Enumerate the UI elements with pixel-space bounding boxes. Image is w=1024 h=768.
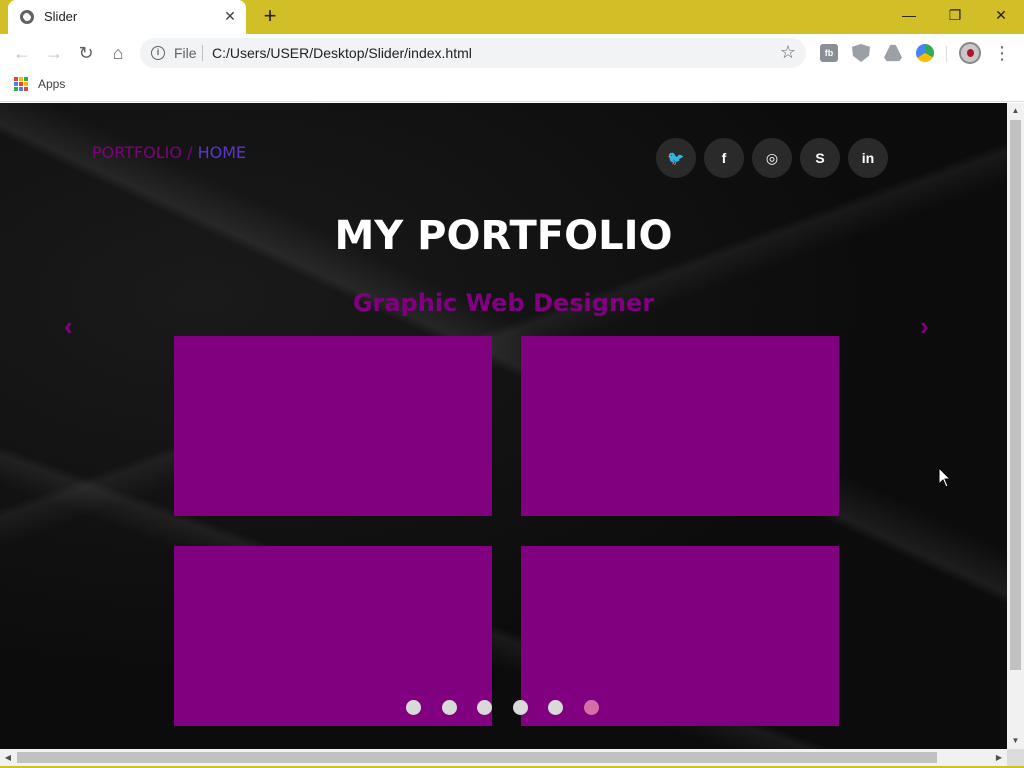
horizontal-scrollbar[interactable]: ◀ ▶ <box>0 749 1007 766</box>
apps-grid-dot <box>14 87 18 91</box>
title-bar: Slider ✕ + — ❐ ✕ <box>0 0 1024 34</box>
instagram-icon[interactable]: ◎ <box>752 138 792 178</box>
page-subtitle: Graphic Web Designer <box>352 289 655 317</box>
tab-title: Slider <box>44 9 78 24</box>
address-bar[interactable]: i File C:/Users/USER/Desktop/Slider/inde… <box>140 38 806 68</box>
browser-menu-button[interactable]: ⋮ <box>992 39 1012 67</box>
apps-grid-icon[interactable] <box>14 77 28 91</box>
apps-grid-dot <box>19 87 23 91</box>
apps-grid-dot <box>14 82 18 86</box>
extension-globe-icon[interactable] <box>916 44 934 62</box>
slider-dot-active[interactable] <box>584 700 599 715</box>
restore-button[interactable]: ❐ <box>932 0 978 30</box>
apps-grid-dot <box>24 77 28 81</box>
forward-button[interactable]: → <box>40 39 68 67</box>
address-url[interactable]: C:/Users/USER/Desktop/Slider/index.html <box>212 45 472 61</box>
tab-close-button[interactable]: ✕ <box>220 6 240 26</box>
home-button[interactable]: ⌂ <box>104 39 132 67</box>
apps-grid-dot <box>19 82 23 86</box>
scroll-left-arrow-icon[interactable]: ◀ <box>0 749 16 766</box>
bookmark-star-icon[interactable]: ☆ <box>780 42 796 63</box>
horizontal-scroll-thumb[interactable] <box>17 752 937 763</box>
breadcrumb-portfolio[interactable]: PORTFOLIO / <box>92 143 192 162</box>
slider-dot[interactable] <box>442 700 457 715</box>
scroll-up-arrow-icon[interactable]: ▲ <box>1007 103 1024 119</box>
address-scheme: File <box>174 45 197 61</box>
portfolio-card[interactable] <box>174 336 492 516</box>
browser-tab[interactable]: Slider ✕ <box>8 0 246 34</box>
apps-grid-dot <box>24 82 28 86</box>
scroll-right-arrow-icon[interactable]: ▶ <box>991 749 1007 766</box>
back-button[interactable]: ← <box>8 39 36 67</box>
apps-grid-dot <box>24 87 28 91</box>
slider-dot[interactable] <box>513 700 528 715</box>
breadcrumb-home[interactable]: HOME <box>198 143 247 162</box>
slider-dot[interactable] <box>548 700 563 715</box>
close-window-button[interactable]: ✕ <box>978 0 1024 30</box>
profile-avatar[interactable] <box>959 42 981 64</box>
page-title: MY PORTFOLIO <box>334 213 673 259</box>
facebook-icon[interactable]: f <box>704 138 744 178</box>
mouse-cursor-icon <box>938 467 952 488</box>
portfolio-card[interactable] <box>521 546 839 726</box>
slider-dot[interactable] <box>477 700 492 715</box>
new-tab-button[interactable]: + <box>258 4 282 28</box>
bookmarks-bar <box>0 72 1024 102</box>
linkedin-icon[interactable]: in <box>848 138 888 178</box>
page-viewport: PORTFOLIO / HOME 🐦 f ◎ S in MY PORTFOLIO… <box>0 103 1007 749</box>
scrollbar-corner <box>1007 749 1024 766</box>
slider-dot[interactable] <box>406 700 421 715</box>
twitter-icon[interactable]: 🐦 <box>656 138 696 178</box>
vertical-scroll-thumb[interactable] <box>1010 120 1021 670</box>
info-icon[interactable]: i <box>151 46 165 60</box>
minimize-button[interactable]: — <box>886 0 932 30</box>
reload-button[interactable]: ↻ <box>72 39 100 67</box>
breadcrumb: PORTFOLIO / HOME <box>92 143 246 162</box>
apps-grid-dot <box>14 77 18 81</box>
vertical-scrollbar[interactable]: ▲ ▼ <box>1007 103 1024 749</box>
extension-shield-icon[interactable] <box>852 44 870 62</box>
slider-next-arrow[interactable]: › <box>920 311 929 342</box>
apps-grid-dot <box>19 77 23 81</box>
toolbar-divider <box>946 46 947 62</box>
skype-icon[interactable]: S <box>800 138 840 178</box>
scroll-down-arrow-icon[interactable]: ▼ <box>1007 733 1024 749</box>
portfolio-card[interactable] <box>174 546 492 726</box>
slider-prev-arrow[interactable]: ‹ <box>64 311 73 342</box>
google-drive-icon[interactable] <box>884 44 902 62</box>
portfolio-card[interactable] <box>521 336 839 516</box>
apps-bookmark[interactable]: Apps <box>38 77 65 91</box>
address-separator <box>202 45 203 61</box>
browser-toolbar: ← → ↻ ⌂ i File C:/Users/USER/Desktop/Sli… <box>0 34 1024 72</box>
extension-fb-icon[interactable]: fb <box>820 44 838 62</box>
globe-icon <box>20 10 34 24</box>
